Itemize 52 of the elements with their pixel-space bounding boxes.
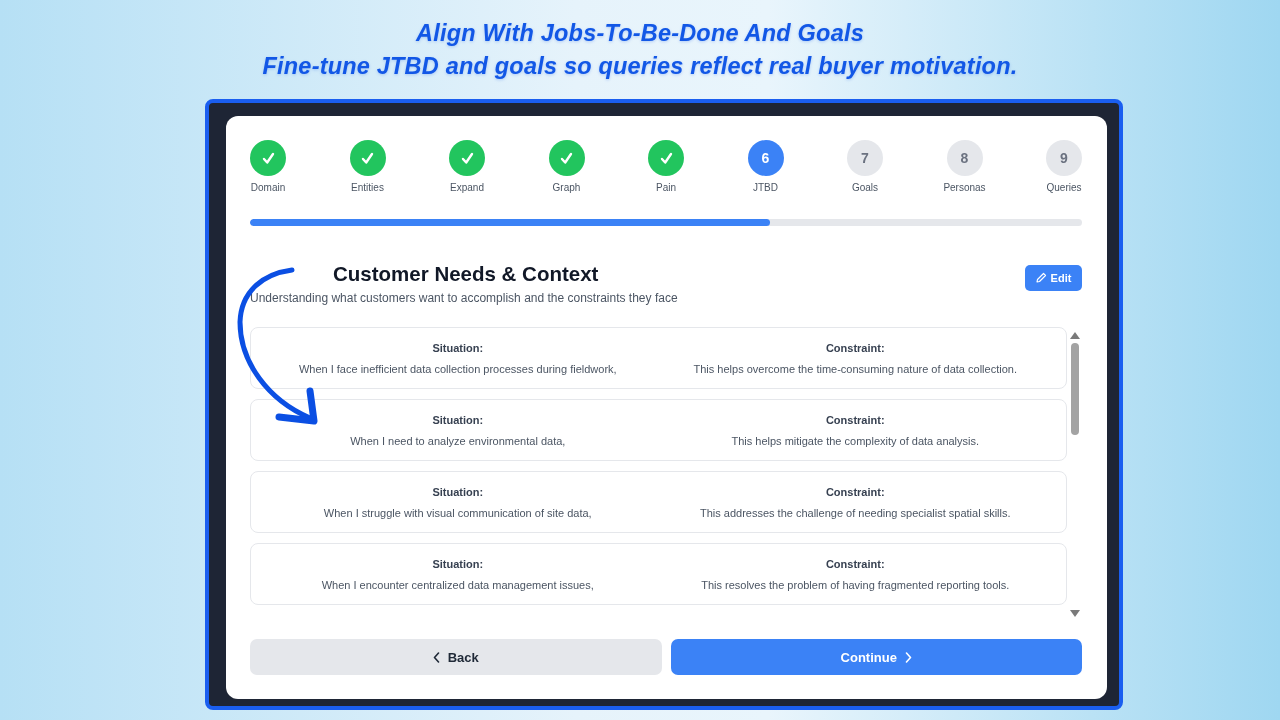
pencil-icon xyxy=(1035,272,1047,284)
step-circle[interactable]: 8 xyxy=(946,140,983,176)
situation-label: Situation: xyxy=(432,414,484,427)
check-icon xyxy=(659,151,673,165)
step-label: Expand xyxy=(450,182,484,194)
situation-text: When I need to analyze environmental data, xyxy=(350,435,566,448)
step-label: Goals xyxy=(851,182,879,194)
step-circle[interactable] xyxy=(250,140,286,176)
back-button[interactable]: Back xyxy=(250,639,662,675)
constraint-label: Constraint: xyxy=(825,342,885,355)
check-icon xyxy=(560,151,573,165)
check-icon xyxy=(460,151,474,165)
chevron-right-icon xyxy=(904,651,912,663)
step-circle[interactable] xyxy=(648,140,684,176)
constraint-text: This helps mitigate the complexity of data analysis. xyxy=(731,435,980,448)
section-title: Customer Needs & Context xyxy=(333,261,600,287)
down-triangle-icon[interactable] xyxy=(1069,610,1080,617)
situation-label: Situation: xyxy=(432,558,484,571)
step-label: JTBD xyxy=(753,182,778,194)
up-triangle-icon[interactable] xyxy=(1069,332,1080,339)
step-label: Pain xyxy=(656,182,676,194)
check-icon xyxy=(261,151,275,165)
step-circle[interactable]: 6 xyxy=(747,140,784,176)
chevron-left-icon xyxy=(432,651,440,663)
step-label: Personas xyxy=(943,182,986,194)
step-label: Domain xyxy=(250,182,286,194)
step-label: Graph xyxy=(552,182,581,194)
situation-label: Situation: xyxy=(432,342,484,355)
constraint-label: Constraint: xyxy=(825,486,885,499)
step-label: Queries xyxy=(1046,182,1082,194)
situation-text: When I struggle with visual communication of site data, xyxy=(323,507,592,520)
situation-label: Situation: xyxy=(432,486,484,499)
situation-text: When I encounter centralized data management issues, xyxy=(321,579,594,592)
constraint-label: Constraint: xyxy=(825,558,885,571)
step-circle[interactable] xyxy=(349,140,386,176)
check-icon xyxy=(361,151,374,165)
constraint-text: This addresses the challenge of needing specialist spatial skills. xyxy=(699,507,1011,520)
constraint-text: This resolves the problem of having fragmented reporting tools. xyxy=(701,579,1010,592)
constraint-text: This helps overcome the time-consuming nature of data collection. xyxy=(693,363,1017,376)
step-circle[interactable] xyxy=(548,140,585,176)
constraint-label: Constraint: xyxy=(825,414,885,427)
step-circle[interactable]: 7 xyxy=(847,140,883,176)
section-description: Understanding what customers want to accomplish and the constraints they face xyxy=(250,291,678,306)
banner-title: Align With Jobs-To-Be-Done And Goals xyxy=(416,19,864,48)
banner-subtitle: Fine-tune JTBD and goals so queries reflect real buyer motivation. xyxy=(262,52,1018,81)
step-circle[interactable]: 9 xyxy=(1046,140,1082,176)
scrollbar-thumb[interactable] xyxy=(1070,343,1079,435)
situation-text: When I face inefficient data collection processes during fieldwork, xyxy=(298,363,617,376)
step-label: Entities xyxy=(351,182,384,194)
continue-button[interactable]: Continue xyxy=(670,639,1082,675)
step-circle[interactable] xyxy=(449,140,485,176)
edit-button[interactable]: Edit xyxy=(1025,265,1082,291)
